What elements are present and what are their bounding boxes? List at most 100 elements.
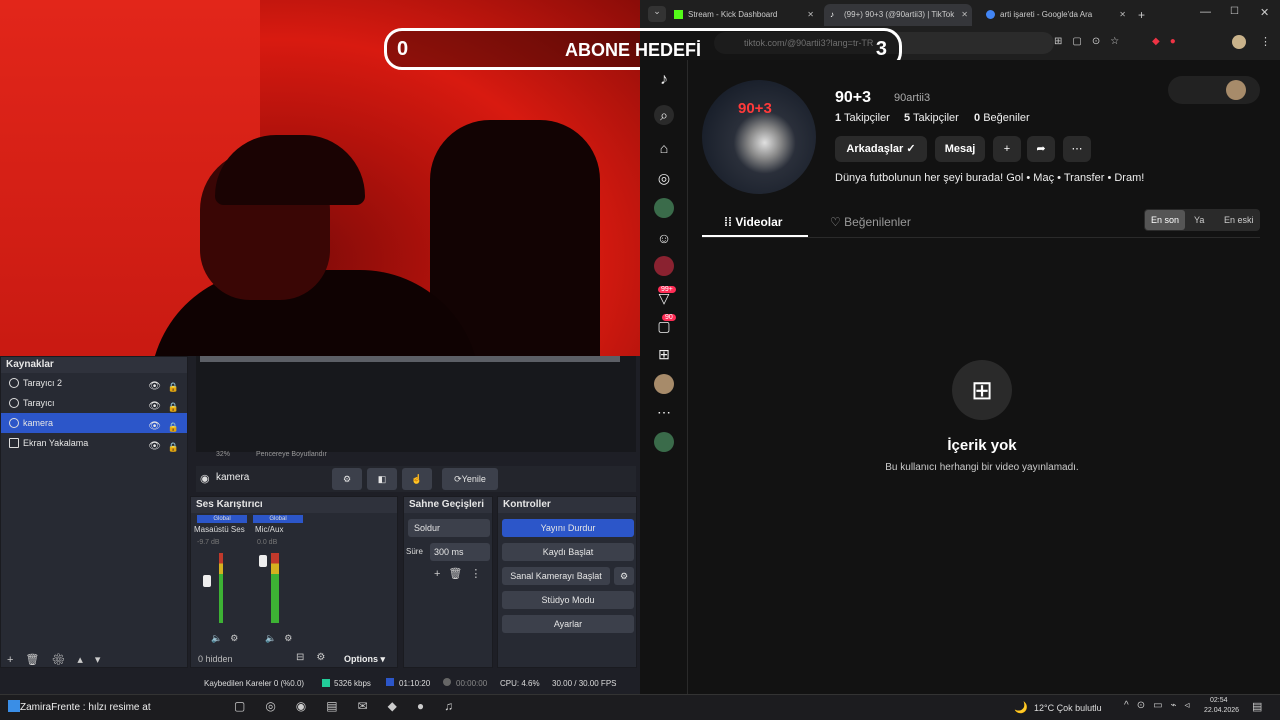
profile-name: 90+3 — [835, 89, 872, 106]
selected-source-label: kamera — [216, 472, 250, 483]
eye-icon[interactable]: 👁 — [148, 437, 161, 457]
start-icon[interactable] — [8, 700, 20, 712]
weather-icon: 🌙 — [1014, 702, 1028, 714]
close-icon[interactable]: ✕ — [1119, 4, 1126, 26]
source-item[interactable]: Ekran Yakalama 👁 🔒 — [1, 433, 187, 453]
transition-select[interactable]: Soldur — [408, 519, 490, 537]
interact-button[interactable]: ☝ — [402, 468, 432, 490]
menu-icon[interactable]: ⋮ — [1260, 35, 1271, 48]
transition-toolbar[interactable]: +🗑⋮ — [434, 567, 489, 580]
camera-icon: ◉ — [200, 473, 210, 485]
notifications-icon[interactable]: ▤ — [1252, 700, 1262, 713]
explore-icon[interactable]: ◎ — [654, 168, 674, 188]
taskbar: ZamiraFrente : hılzı resime at ▢◎◉▤✉◆●♫ … — [0, 694, 1280, 720]
channel2-fader[interactable] — [259, 555, 267, 567]
share-icon[interactable]: ➦ — [1027, 136, 1055, 162]
lock-icon[interactable]: 🔒 — [168, 437, 179, 457]
bitrate: 5326 kbps — [334, 679, 371, 688]
channel2-mute-icon[interactable]: 🔈⚙ — [265, 633, 300, 644]
profile-icon[interactable] — [654, 374, 674, 394]
tray-icons[interactable]: ^⊙▭⌁◃ — [1124, 700, 1198, 711]
preview-area[interactable]: 32% Pencereye Boyutlandır — [196, 356, 636, 458]
options-dropdown[interactable]: Options ▾ — [344, 654, 385, 665]
messages-badge: 90 — [662, 314, 676, 321]
close-icon[interactable]: ✕ — [807, 4, 814, 26]
tab-kick[interactable]: Stream - Kick Dashboard ✕ — [668, 4, 818, 26]
sort-popular[interactable]: Ya — [1194, 210, 1204, 230]
fit-dropdown[interactable]: Pencereye Boyutlandır — [256, 451, 327, 458]
top-right-actions[interactable] — [1168, 76, 1260, 104]
mixer-toolbar[interactable]: ⊟⚙ — [296, 652, 337, 663]
virtual-camera-settings-icon[interactable]: ⚙ — [614, 567, 634, 585]
close-icon[interactable]: ✕ — [961, 4, 968, 26]
record-time: 00:00:00 — [456, 679, 488, 688]
channel1-tag: Global — [197, 515, 247, 523]
tiktok-logo-icon[interactable]: ♪ — [654, 70, 674, 90]
start-recording-button[interactable]: Kaydı Başlat — [502, 543, 634, 561]
upload-icon[interactable]: ⊞ — [654, 344, 674, 364]
refresh-button[interactable]: ⟳Yenile — [442, 468, 498, 490]
channel1-mute-icon[interactable]: 🔈⚙ — [211, 633, 246, 644]
preview-strip — [200, 356, 620, 362]
clock-date: 22.04.2026 — [1204, 707, 1240, 714]
empty-subtitle: Bu kullanıcı herhangi bir video yayınlam… — [885, 462, 1079, 473]
kick-icon — [674, 10, 683, 19]
stop-stream-button[interactable]: Yayını Durdur — [502, 519, 634, 537]
friends-button[interactable]: Arkadaşlar ✓ — [835, 136, 927, 162]
live-icon[interactable] — [654, 256, 674, 276]
taskbar-apps[interactable]: ▢◎◉▤✉◆●♫ — [234, 699, 473, 713]
user-avatar[interactable] — [1226, 80, 1246, 100]
sort-latest[interactable]: En son — [1145, 210, 1185, 230]
home-icon[interactable]: ⌂ — [654, 138, 674, 158]
following-avatar[interactable] — [654, 198, 674, 218]
profile-picture-text: 90+3 — [738, 100, 772, 117]
tab-google[interactable]: arti işareti - Google'da Ara ✕ — [980, 4, 1130, 26]
source-item-selected[interactable]: kamera 👁 🔒 — [1, 413, 187, 433]
maximize-icon[interactable]: ☐ — [1230, 6, 1239, 17]
profile-handle: 90artii3 — [894, 92, 931, 104]
tab-list-icon[interactable]: ⌄ — [648, 6, 666, 22]
filters-button[interactable]: ◧ — [367, 468, 397, 490]
sort-oldest[interactable]: En eski — [1224, 210, 1254, 230]
sources-title: Kaynaklar — [1, 357, 187, 373]
account-avatar[interactable] — [654, 432, 674, 452]
virtual-camera-button[interactable]: Sanal Kamerayı Başlat — [502, 567, 610, 585]
zoom-level[interactable]: 32% — [216, 451, 230, 458]
clock-time: 02:54 — [1210, 697, 1228, 704]
message-button[interactable]: Mesaj — [935, 136, 985, 162]
obs-window: Kaynaklar Tarayıcı 2 👁 🔒 Tarayıcı 👁 🔒 kamera… — [0, 356, 640, 694]
more-options-icon[interactable]: ⋯ — [1063, 136, 1091, 162]
more-icon[interactable]: ⋯ — [654, 402, 674, 422]
source-item[interactable]: Tarayıcı 2 👁 🔒 — [1, 373, 187, 393]
source-toolbar[interactable]: +🗑⚙▴▾ — [7, 653, 112, 666]
tab-videos[interactable]: ⁞⁞ Videolar — [724, 215, 782, 229]
source-item[interactable]: Tarayıcı 👁 🔒 — [1, 393, 187, 413]
audio-mixer-panel: Ses Karıştırıcı Global Global Masaüstü S… — [190, 496, 398, 668]
chat-overlay: ZamiraFrente : hılzı resime at — [20, 702, 151, 713]
toolbar-icons[interactable]: ⊞▢⊙☆ — [1054, 36, 1129, 47]
add-friend-icon[interactable]: + — [993, 136, 1021, 162]
minimize-icon[interactable]: — — [1200, 6, 1211, 18]
profile-stat-followers[interactable]: 5 Takipçiler — [904, 112, 959, 124]
channel1-name[interactable]: Masaüstü Ses — [194, 525, 245, 534]
friends-icon[interactable]: ☺ — [654, 228, 674, 248]
channel1-fader[interactable] — [203, 575, 211, 587]
properties-button[interactable]: ⚙ — [332, 468, 362, 490]
channel2-name[interactable]: Mic/Aux — [255, 525, 283, 534]
studio-mode-button[interactable]: Stüdyo Modu — [502, 591, 634, 609]
profile-stat-following[interactable]: 1 Takipçiler — [835, 112, 890, 124]
extension-icons[interactable]: ◆● — [1152, 36, 1186, 47]
profile-avatar[interactable] — [1232, 35, 1246, 49]
duration-input[interactable]: 300 ms — [430, 543, 490, 561]
tab-liked[interactable]: ♡ Beğenilenler — [830, 215, 911, 229]
empty-title: İçerik yok — [947, 437, 1017, 454]
window-close-icon[interactable]: ✕ — [1260, 6, 1269, 19]
new-tab-icon[interactable]: + — [1138, 8, 1145, 22]
settings-button[interactable]: Ayarlar — [502, 615, 634, 633]
profile-picture[interactable]: 90+3 — [702, 80, 816, 194]
network-icon — [322, 679, 330, 687]
transitions-panel: Sahne Geçişleri Soldur Süre 300 ms +🗑⋮ — [403, 496, 493, 668]
empty-grid-icon: ⊞ — [952, 360, 1012, 420]
search-icon[interactable]: ⌕ — [654, 105, 674, 125]
tab-tiktok[interactable]: ♪ (99+) 90+3 (@90artii3) | TikTok ✕ — [824, 4, 972, 26]
